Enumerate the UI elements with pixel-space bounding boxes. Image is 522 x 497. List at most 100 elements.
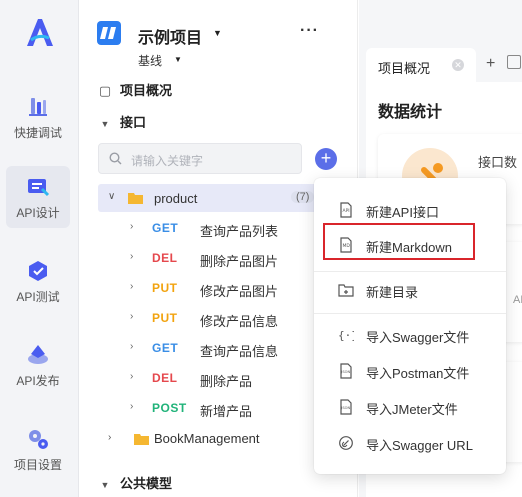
highlight-box bbox=[323, 223, 475, 260]
folder-product[interactable]: ∨ product (7) bbox=[98, 184, 345, 212]
tree-item-overview[interactable]: ▢ 项目概况 bbox=[98, 80, 172, 99]
api-item[interactable]: › GET 查询产品列表 bbox=[98, 215, 328, 241]
method-badge: GET bbox=[152, 341, 179, 355]
folder-name: BookManagement bbox=[154, 431, 260, 446]
chevron-right-icon[interactable]: › bbox=[130, 371, 133, 382]
project-title[interactable]: 示例项目 bbox=[138, 24, 202, 48]
json-file-icon: JSON bbox=[340, 363, 352, 379]
api-item[interactable]: › GET 查询产品信息 bbox=[98, 335, 328, 361]
api-item[interactable]: › PUT 修改产品图片 bbox=[98, 275, 328, 301]
tab-list-icon[interactable] bbox=[507, 55, 521, 69]
menu-item-label: 新建目录 bbox=[366, 285, 419, 300]
api-name: 修改产品图片 bbox=[200, 284, 279, 299]
project-icon bbox=[97, 21, 121, 45]
method-badge: PUT bbox=[152, 311, 178, 325]
stats-heading: 数据统计 bbox=[378, 104, 443, 121]
caret-down-icon[interactable]: ▼ bbox=[213, 28, 222, 38]
menu-divider bbox=[314, 271, 506, 272]
api-item[interactable]: › POST 新增产品 bbox=[98, 395, 328, 421]
rail-item-api-test[interactable]: API测试 bbox=[6, 250, 70, 312]
stat-label: 接口数 bbox=[478, 155, 518, 170]
close-icon[interactable]: ✕ bbox=[452, 59, 464, 71]
chevron-right-icon[interactable]: › bbox=[108, 432, 111, 443]
caret-down-icon: ▼ bbox=[100, 480, 110, 490]
menu-item-label: 导入Swagger URL bbox=[366, 438, 473, 453]
folder-name: product bbox=[154, 191, 198, 206]
svg-text:API: API bbox=[343, 208, 350, 214]
menu-item-label: 新建API接口 bbox=[366, 205, 439, 220]
api-publish-icon bbox=[28, 345, 48, 364]
add-button[interactable]: + bbox=[315, 148, 337, 170]
svg-text:{·}: {·} bbox=[338, 329, 354, 342]
menu-divider bbox=[314, 313, 506, 314]
chevron-down-icon[interactable]: ∨ bbox=[108, 191, 115, 202]
chevron-right-icon[interactable]: › bbox=[130, 311, 133, 322]
method-badge: DEL bbox=[152, 371, 178, 385]
menu-item-import-swagger-url[interactable]: 导入Swagger URL bbox=[314, 427, 506, 459]
method-badge: POST bbox=[152, 401, 187, 415]
overview-icon: ▢ bbox=[98, 83, 112, 98]
menu-item-label: 导入Swagger文件 bbox=[366, 330, 470, 345]
api-name: 新增产品 bbox=[200, 404, 253, 419]
public-models-label: 公共模型 bbox=[120, 476, 173, 491]
svg-text:JSON: JSON bbox=[340, 370, 350, 374]
rail-label: API测试 bbox=[16, 290, 60, 304]
api-item[interactable]: › DEL 删除产品图片 bbox=[98, 245, 328, 271]
caret-down-icon[interactable]: ▼ bbox=[174, 55, 182, 64]
menu-item-label: 导入Postman文件 bbox=[366, 366, 470, 381]
api-design-icon bbox=[28, 179, 50, 197]
tree-section-interfaces[interactable]: ▼ 接口 bbox=[98, 112, 146, 131]
method-badge: DEL bbox=[152, 251, 178, 265]
menu-item-import-jmeter-file[interactable]: JSON 导入JMeter文件 bbox=[314, 391, 506, 423]
rail-label: 快捷调试 bbox=[13, 126, 62, 140]
rail-item-quick-debug[interactable]: 快捷调试 bbox=[6, 86, 70, 148]
chevron-right-icon[interactable]: › bbox=[130, 341, 133, 352]
branch-label[interactable]: 基线 bbox=[138, 52, 162, 69]
tree-section-public-models[interactable]: ▼ 公共模型 bbox=[98, 473, 172, 492]
api-name: 修改产品信息 bbox=[200, 314, 279, 329]
quick-debug-icon bbox=[29, 98, 47, 116]
api-name: 删除产品图片 bbox=[200, 254, 279, 269]
folder-bookmanagement[interactable]: › BookManagement bbox=[98, 426, 338, 452]
api-name: 删除产品 bbox=[200, 374, 253, 389]
swagger-file-icon: {·} bbox=[338, 329, 354, 342]
folder-count-badge: (7) bbox=[291, 191, 315, 203]
menu-item-import-postman-file[interactable]: JSON 导入Postman文件 bbox=[314, 355, 506, 387]
stat-label-fragment: API bbox=[513, 294, 522, 306]
svg-text:JSON: JSON bbox=[340, 406, 350, 410]
interfaces-label: 接口 bbox=[120, 115, 147, 130]
rail-item-api-design[interactable]: API设计 bbox=[6, 166, 70, 228]
add-tab-icon[interactable]: + bbox=[486, 55, 495, 73]
rail-label: 项目设置 bbox=[13, 458, 62, 472]
search-input[interactable]: 请输入关键字 bbox=[98, 143, 302, 174]
json-file-icon: JSON bbox=[340, 399, 352, 415]
new-folder-icon bbox=[338, 284, 354, 297]
rail-item-api-publish[interactable]: API发布 bbox=[6, 334, 70, 396]
tab-project-overview[interactable]: 项目概况 ✕ bbox=[366, 48, 476, 82]
api-item[interactable]: › PUT 修改产品信息 bbox=[98, 305, 328, 331]
chevron-right-icon[interactable]: › bbox=[130, 281, 133, 292]
search-placeholder: 请输入关键字 bbox=[131, 154, 204, 168]
method-badge: PUT bbox=[152, 281, 178, 295]
search-icon bbox=[109, 152, 122, 165]
api-name: 查询产品列表 bbox=[200, 224, 279, 239]
menu-item-new-folder[interactable]: 新建目录 bbox=[314, 274, 506, 306]
folder-icon bbox=[128, 193, 143, 204]
chevron-right-icon[interactable]: › bbox=[130, 401, 133, 412]
rail-label: API发布 bbox=[16, 374, 60, 388]
more-icon[interactable]: ··· bbox=[300, 22, 319, 40]
chevron-right-icon[interactable]: › bbox=[130, 221, 133, 232]
menu-item-new-api[interactable]: API 新建API接口 bbox=[314, 194, 506, 226]
chevron-right-icon[interactable]: › bbox=[130, 251, 133, 262]
menu-item-import-swagger-file[interactable]: {·} 导入Swagger文件 bbox=[314, 319, 506, 351]
folder-icon bbox=[134, 434, 149, 445]
left-rail: 快捷调试 API设计 API测试 API发布 项目设置 bbox=[0, 0, 79, 497]
caret-down-icon: ▼ bbox=[100, 119, 110, 129]
rail-item-project-settings[interactable]: 项目设置 bbox=[6, 418, 70, 480]
method-badge: GET bbox=[152, 221, 179, 235]
new-api-icon: API bbox=[340, 202, 352, 218]
rail-label: API设计 bbox=[16, 206, 60, 220]
api-test-icon bbox=[29, 261, 47, 281]
tab-bar: 项目概况 ✕ + bbox=[359, 44, 522, 82]
api-item[interactable]: › DEL 删除产品 bbox=[98, 365, 328, 391]
